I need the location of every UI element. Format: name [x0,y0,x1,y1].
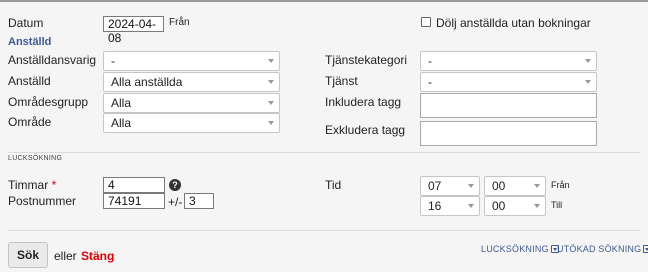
exclude-tags-label: Exkludera tagg [325,123,406,137]
to-minute-value: 00 [492,199,506,213]
employee-value: Alla anställda [111,75,183,89]
service-category-value: - [428,54,432,68]
service-select[interactable]: - [420,72,597,92]
plus-minus-label: +/- [168,195,183,209]
gap-search-section-title: LUCKSÖKNING [8,155,63,162]
service-category-select[interactable]: - [420,51,597,71]
area-label: Område [8,115,52,129]
postcode-label: Postnummer [8,194,77,208]
chevron-down-icon [534,184,540,188]
from-minute-select[interactable]: 00 [484,176,546,196]
chevron-down-icon [268,59,274,63]
employee-label: Anställd [8,74,51,88]
to-hour-select[interactable]: 16 [420,196,480,216]
service-label: Tjänst [325,74,358,88]
from-hour-value: 07 [428,179,442,193]
divider [8,152,640,153]
date-input[interactable]: 2024-04-08 [103,16,164,45]
chevron-down-icon [585,59,591,63]
search-button[interactable]: Sök [8,242,48,268]
hide-unbooked-label[interactable]: Dölj anställda utan bokningar [436,16,591,30]
chevron-down-icon [268,101,274,105]
postcode-input[interactable]: 74191 [103,193,165,209]
close-link[interactable]: Stäng [81,249,114,263]
from-label: Från [551,180,570,190]
area-group-value: Alla [111,96,132,110]
responsible-label: Anställdansvarig [8,53,97,67]
area-group-label: Områdesgrupp [8,95,89,109]
to-hour-value: 16 [428,199,442,213]
employee-section-title: Anställd [8,36,52,48]
range-input[interactable]: 3 [184,193,214,209]
responsible-select[interactable]: - [103,51,280,71]
service-category-label: Tjänstekategori [325,53,408,67]
gap-search-toggle-label: LUCKSÖKNING [481,244,549,254]
date-from-label: Från [169,17,190,28]
area-value: Alla [111,116,132,130]
expand-icon [643,245,648,253]
help-icon[interactable]: ? [169,179,181,191]
service-value: - [428,75,432,89]
required-marker: * [51,178,57,192]
area-group-select[interactable]: Alla [103,93,280,113]
include-tags-label: Inkludera tagg [325,95,402,109]
hours-label-text: Timmar [8,178,49,192]
or-text: eller [54,249,77,263]
to-label: Till [551,200,563,210]
area-select[interactable]: Alla [103,113,280,133]
hours-input[interactable]: 4 [103,177,165,193]
from-hour-select[interactable]: 07 [420,176,480,196]
chevron-down-icon [268,121,274,125]
chevron-down-icon [534,204,540,208]
to-minute-select[interactable]: 00 [484,196,546,216]
gap-search-toggle[interactable]: LUCKSÖKNING [481,244,559,254]
divider [8,230,640,231]
hours-label: Timmar * [8,178,56,192]
employee-select[interactable]: Alla anställda [103,72,280,92]
top-border [0,0,648,2]
responsible-value: - [111,54,115,68]
chevron-down-icon [468,184,474,188]
from-minute-value: 00 [492,179,506,193]
chevron-down-icon [468,204,474,208]
include-tags-input[interactable] [420,93,597,118]
chevron-down-icon [585,80,591,84]
advanced-search-toggle[interactable]: UTÖKAD SÖKNING [557,244,648,254]
time-label: Tid [325,178,342,192]
date-label: Datum [8,16,44,30]
exclude-tags-input[interactable] [420,121,597,146]
chevron-down-icon [268,80,274,84]
advanced-search-toggle-label: UTÖKAD SÖKNING [557,244,642,254]
hide-unbooked-checkbox[interactable] [421,17,431,27]
